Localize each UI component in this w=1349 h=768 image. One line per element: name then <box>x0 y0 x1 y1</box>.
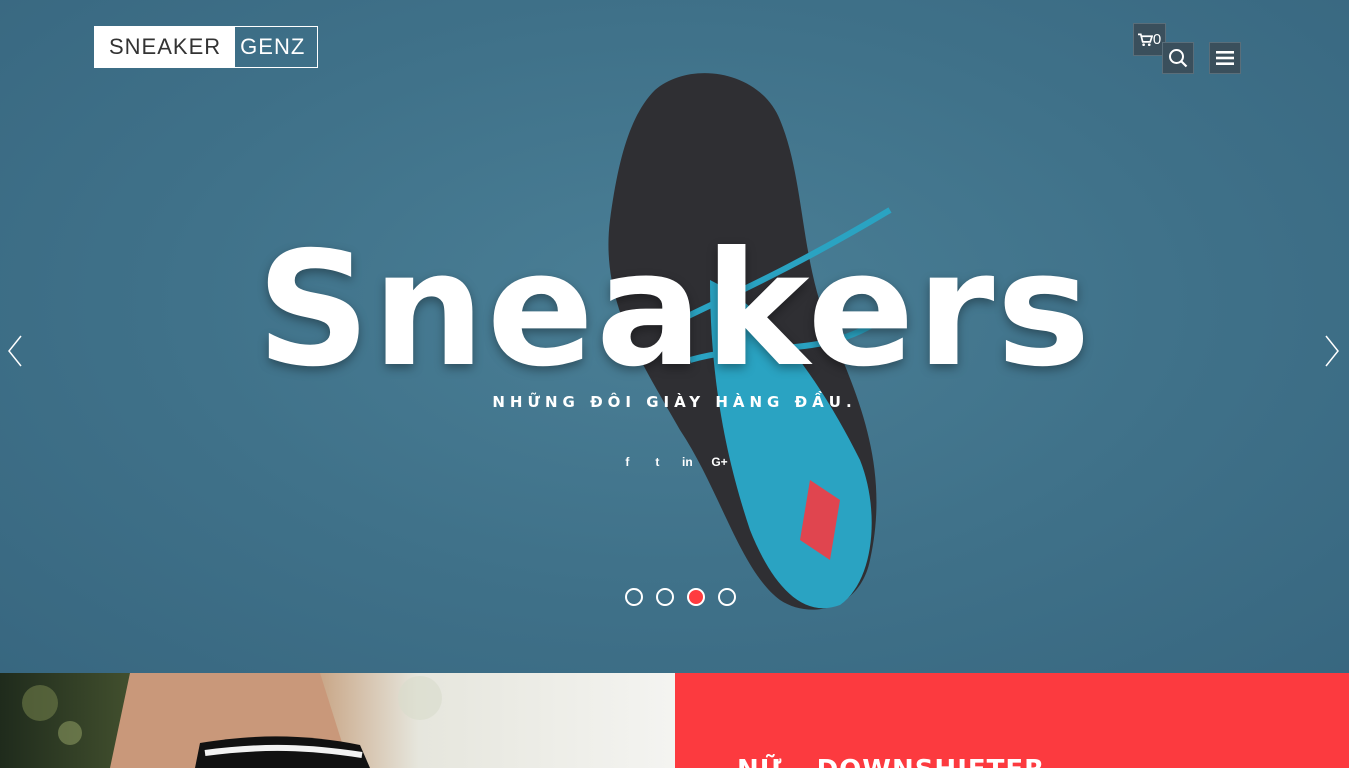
feature-promo-panel: NỮ – DOWNSHIFTER <box>675 673 1349 768</box>
slide-dot-4[interactable] <box>718 588 736 606</box>
slide-dot-1[interactable] <box>625 588 643 606</box>
logo-text-secondary: GENZ <box>240 34 306 59</box>
hero-headline: Sneakers <box>256 218 1093 402</box>
cart-icon <box>1137 33 1153 46</box>
hero-slider: SNEAKER GENZ 0 Sneakers NHỮNG ĐÔI GIÀY H… <box>0 0 1349 673</box>
hero-subheadline: NHỮNG ĐÔI GIÀY HÀNG ĐẦU. <box>492 393 857 411</box>
logo-text-primary: SNEAKER <box>95 27 236 67</box>
leg-with-sock-image <box>22 673 442 768</box>
search-icon <box>1169 49 1188 68</box>
google-plus-icon[interactable]: G+ <box>711 455 727 469</box>
feature-image-panel <box>0 673 675 768</box>
twitter-icon[interactable]: t <box>651 455 663 469</box>
social-links: f t in G+ <box>0 455 1349 469</box>
facebook-icon[interactable]: f <box>621 455 633 469</box>
menu-button[interactable] <box>1209 42 1241 74</box>
hamburger-menu-icon <box>1216 51 1234 65</box>
site-logo[interactable]: SNEAKER GENZ <box>94 26 319 68</box>
slide-dot-2[interactable] <box>656 588 674 606</box>
search-button[interactable] <box>1162 42 1194 74</box>
linkedin-icon[interactable]: in <box>681 455 693 469</box>
slide-dot-3[interactable] <box>687 588 705 606</box>
slider-pagination <box>0 588 1349 606</box>
feature-title: NỮ – DOWNSHIFTER <box>737 755 1045 768</box>
cart-count: 0 <box>1152 31 1162 48</box>
